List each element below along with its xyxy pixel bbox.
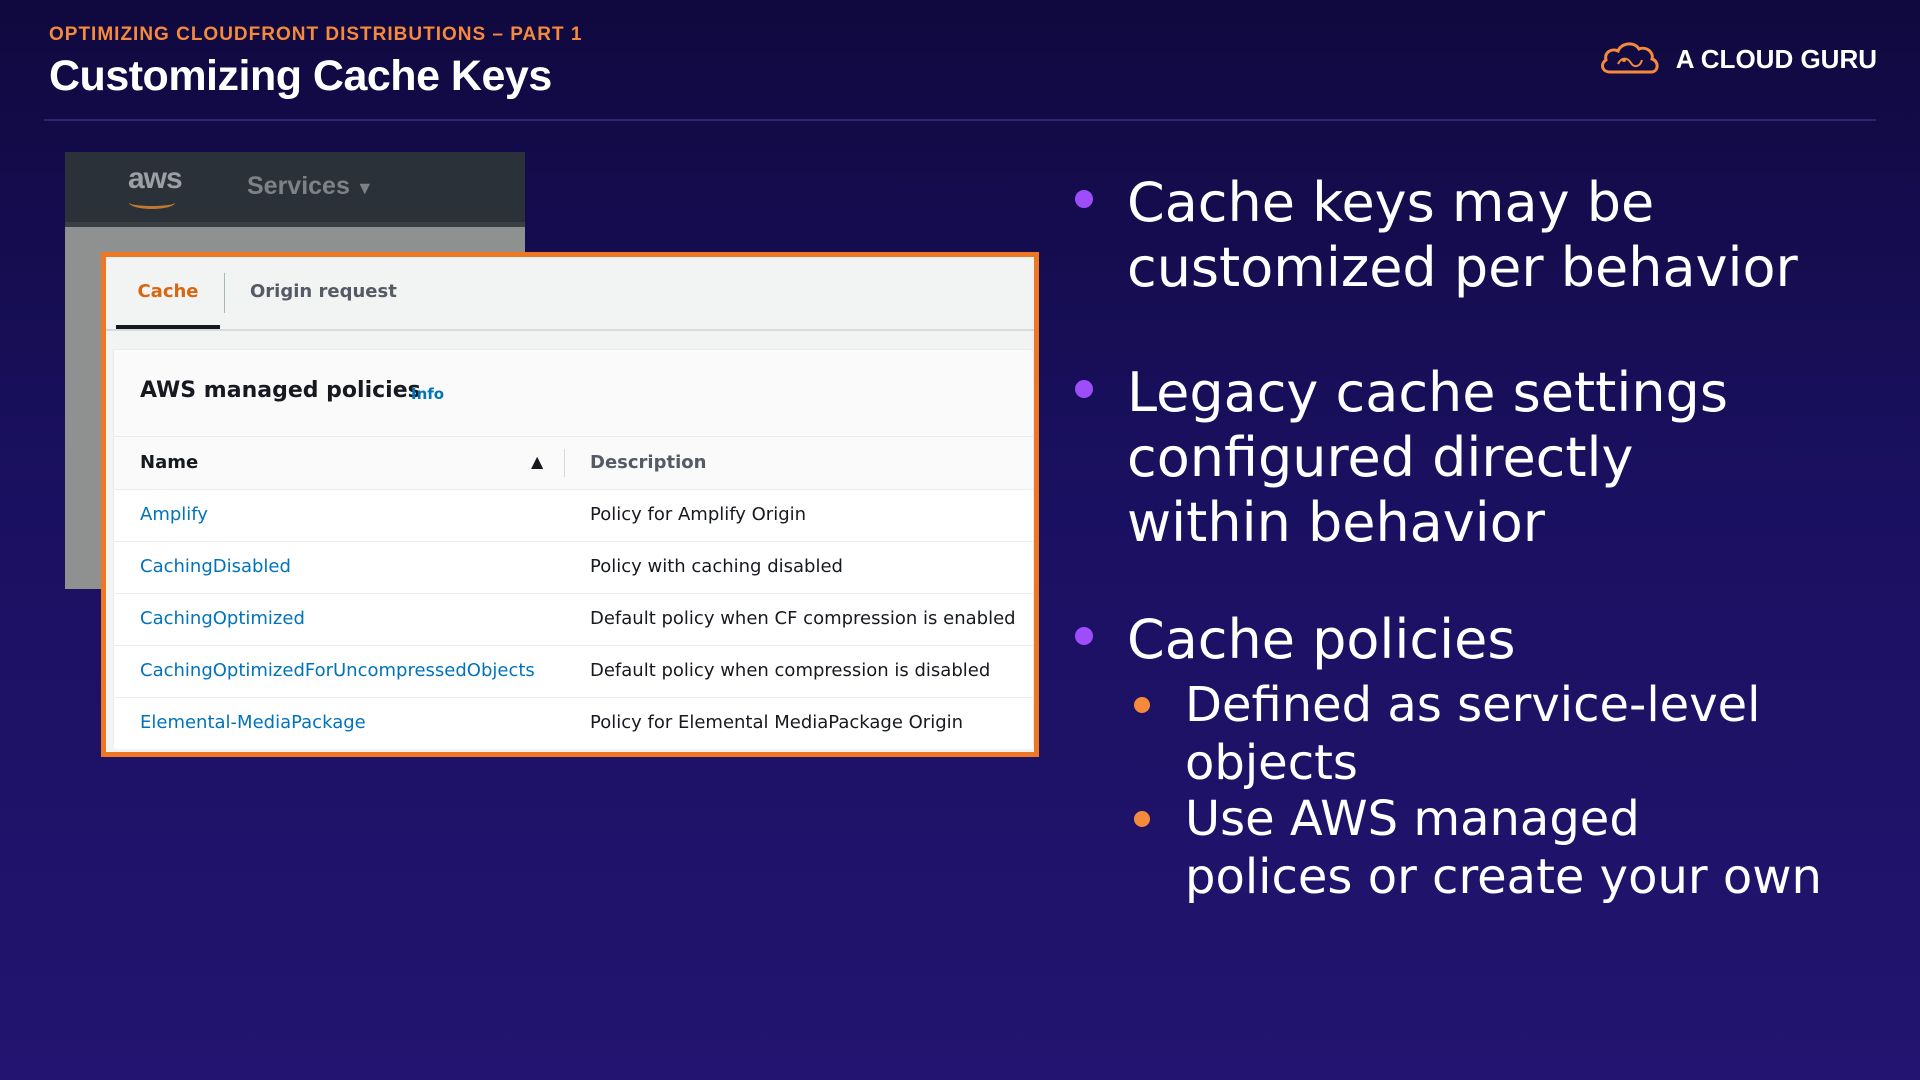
table-row: Amplify Policy for Amplify Origin (114, 490, 1033, 542)
column-divider (564, 449, 565, 477)
policy-name-link[interactable]: Amplify (140, 504, 208, 525)
policy-description: Default policy when compression is disab… (590, 660, 991, 681)
brand-name: A CLOUD GURU (1675, 43, 1877, 74)
table-row: Elemental-MediaPackage Policy for Elemen… (114, 698, 1033, 749)
services-menu[interactable]: Services ▼ (247, 172, 374, 201)
header-divider (44, 119, 1876, 121)
table-row: CachingOptimized Default policy when CF … (114, 594, 1033, 646)
column-header-description: Description (590, 452, 707, 473)
tab-separator (224, 273, 225, 313)
services-label: Services (247, 172, 350, 200)
policy-name-link[interactable]: CachingOptimized (140, 608, 305, 629)
bullet-line: Defined as service-level (1185, 677, 1761, 733)
bullet-line: within behavior (1127, 491, 1545, 554)
table-header: Name ▲ Description (114, 437, 1033, 490)
aws-logo[interactable]: aws (128, 162, 183, 196)
bullet-line: objects (1185, 735, 1358, 791)
bullet-dot (1075, 627, 1093, 645)
card-header: AWS managed policies Info (114, 350, 1033, 437)
caret-down-icon: ▼ (355, 178, 374, 198)
bullet-line: configured directly (1127, 426, 1634, 489)
slide-title: Customizing Cache Keys (49, 52, 552, 100)
tab-origin-request[interactable]: Origin request (250, 257, 397, 329)
policy-name-link[interactable]: CachingDisabled (140, 556, 291, 577)
brand-logo: A CLOUD GURU (1598, 38, 1877, 80)
sub-bullet-text: Defined as service-level objects (1185, 676, 1760, 792)
bullet-line: Legacy cache settings (1127, 361, 1728, 424)
policy-name-link[interactable]: CachingOptimizedForUncompressedObjects (140, 660, 535, 681)
bullet-text: Legacy cache settings configured directl… (1127, 360, 1728, 555)
tab-cache[interactable]: Cache (116, 257, 220, 329)
sub-bullet-dot (1134, 811, 1150, 827)
managed-policies-card: AWS managed policies Info Name ▲ Descrip… (113, 349, 1034, 749)
bullet-text: Cache keys may be customized per behavio… (1127, 170, 1798, 300)
policy-tabs: Cache Origin request (106, 257, 1034, 331)
cloud-logo-icon (1600, 42, 1659, 74)
policy-description: Default policy when CF compression is en… (590, 608, 1016, 629)
policy-name-link[interactable]: Elemental-MediaPackage (140, 712, 366, 733)
policy-description: Policy with caching disabled (590, 556, 843, 577)
bullet-text: Cache policies (1127, 607, 1515, 672)
bullet-line: polices or create your own (1185, 849, 1822, 905)
bullet-line: Cache keys may be (1127, 171, 1655, 234)
column-header-name[interactable]: Name (140, 452, 198, 473)
info-link[interactable]: Info (411, 385, 444, 403)
card-title: AWS managed policies (140, 378, 421, 403)
sort-ascending-icon[interactable]: ▲ (531, 452, 543, 471)
policies-panel: Cache Origin request AWS managed policie… (101, 252, 1039, 757)
bullet-line: Cache policies (1127, 608, 1516, 671)
policy-description: Policy for Amplify Origin (590, 504, 807, 525)
policy-description: Policy for Elemental MediaPackage Origin (590, 712, 964, 733)
table-row: CachingOptimizedForUncompressedObjects D… (114, 646, 1033, 698)
table-row: CachingDisabled Policy with caching disa… (114, 542, 1033, 594)
slide-subtitle: OPTIMIZING CLOUDFRONT DISTRIBUTIONS – PA… (49, 24, 583, 45)
sub-bullet-dot (1134, 697, 1150, 713)
bullet-line: customized per behavior (1127, 236, 1798, 299)
policy-table-body: Amplify Policy for Amplify Origin Cachin… (114, 490, 1033, 749)
aws-smile-icon (129, 196, 175, 209)
sub-bullet-text: Use AWS managed polices or create your o… (1185, 790, 1822, 906)
aws-nav-bar: aws Services ▼ (65, 152, 525, 227)
bullet-dot (1075, 380, 1093, 398)
bullet-line: Use AWS managed (1185, 791, 1640, 847)
bullet-dot (1075, 190, 1093, 208)
